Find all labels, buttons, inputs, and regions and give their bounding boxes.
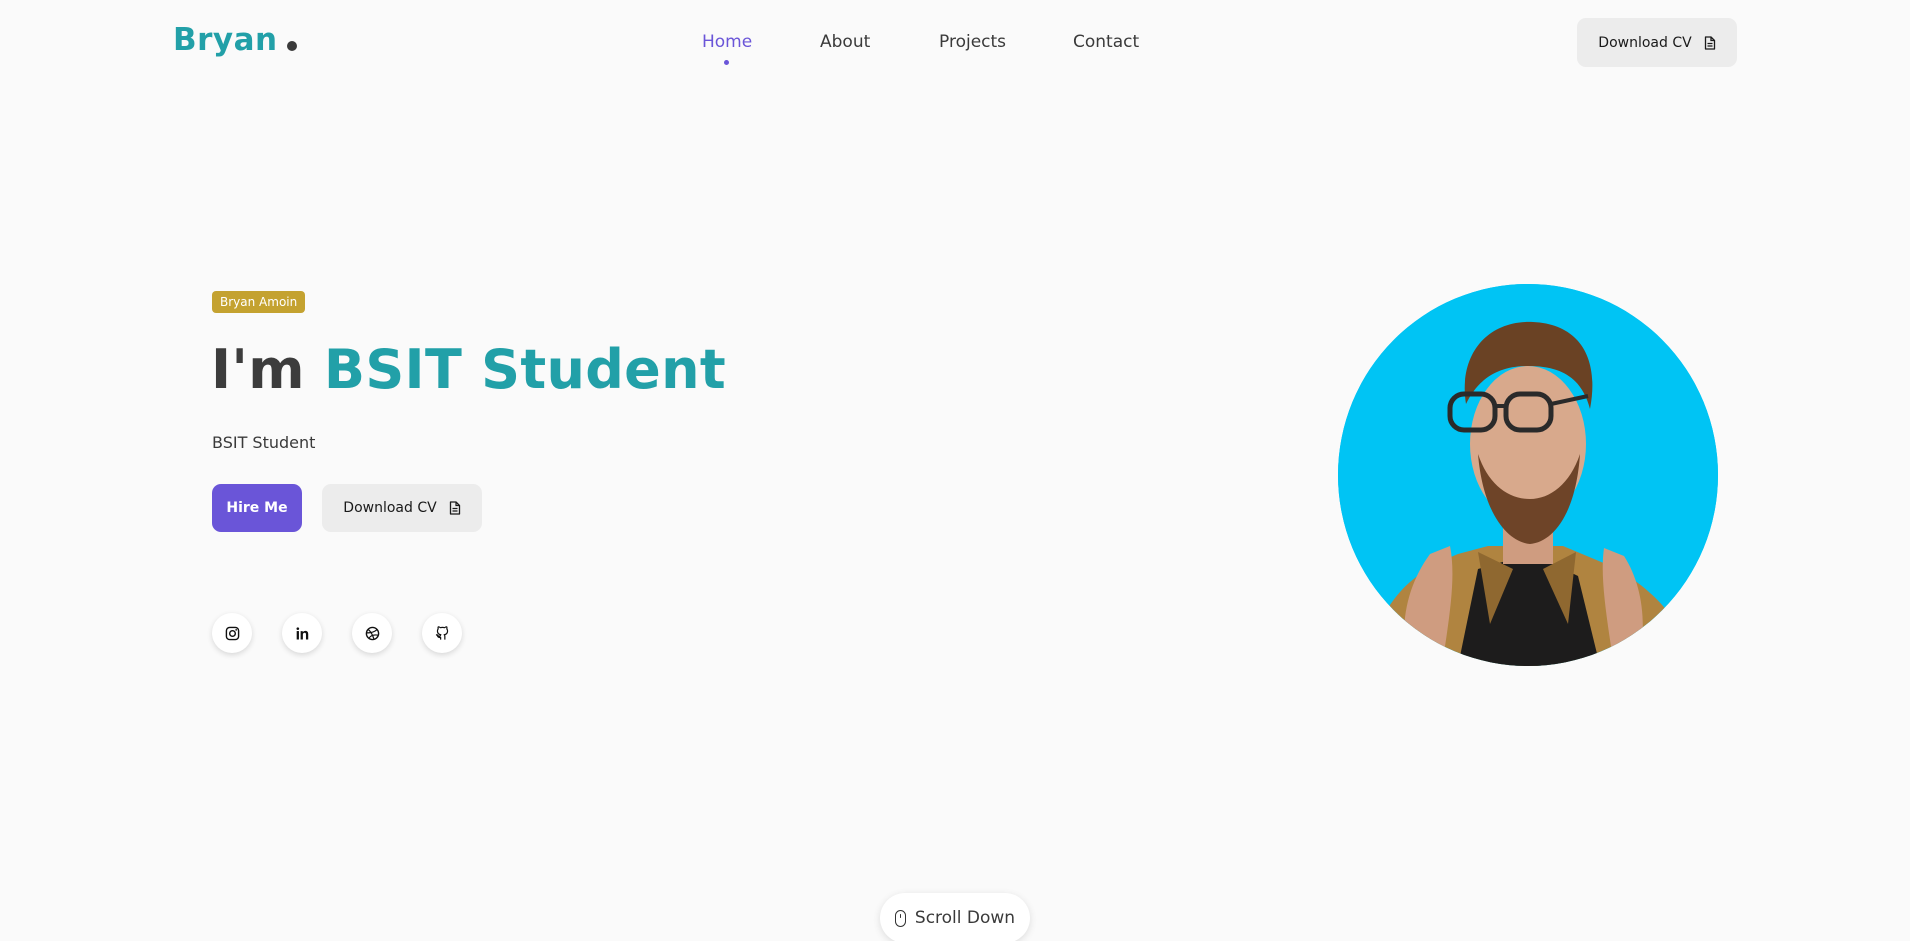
nav-item-contact[interactable]: Contact [1073,32,1139,52]
social-links [212,613,462,653]
github-icon [435,625,448,640]
scroll-down-label: Scroll Down [914,908,1016,928]
profile-portrait [1338,284,1718,666]
dribbble-icon [365,626,379,640]
nav-item-home[interactable]: Home [702,32,820,65]
linkedin-icon [296,626,308,639]
hero-download-cv-button[interactable]: Download CV [322,484,482,532]
hero-title-accent: BSIT Student [323,338,726,401]
document-icon [1704,35,1715,50]
mouse-icon [894,909,906,927]
hero-title: I'm BSIT Student [211,338,726,401]
social-link-dribbble[interactable] [352,613,392,653]
nav-item-label: Projects [939,32,1007,52]
hire-me-label: Hire Me [226,500,288,516]
hero-title-prefix: I'm [211,338,305,401]
nav-item-label: Home [702,32,753,52]
active-indicator-dot [724,60,729,65]
nav-item-label: About [820,32,871,52]
hero-subtitle: BSIT Student [212,433,316,452]
document-icon [449,501,460,515]
brand-dot [286,41,297,51]
download-cv-label: Download CV [1598,34,1692,51]
hire-me-button[interactable]: Hire Me [212,484,302,532]
name-badge: Bryan Amoin [212,291,306,313]
portrait-illustration [1338,284,1718,666]
scroll-down-button[interactable]: Scroll Down [880,893,1030,941]
social-link-instagram[interactable] [212,613,252,653]
instagram-icon [225,626,239,640]
nav-item-projects[interactable]: Projects [939,32,1073,52]
social-link-linkedin[interactable] [282,613,322,653]
brand-name: Bryan [173,22,278,58]
nav-item-label: Contact [1073,32,1140,52]
social-link-github[interactable] [422,613,462,653]
header-download-cv-button[interactable]: Download CV [1577,18,1737,67]
download-cv-label: Download CV [343,500,437,516]
brand-logo[interactable]: Bryan [173,22,297,58]
main-nav: Home About Projects Contact [702,32,1139,65]
nav-item-about[interactable]: About [820,32,939,52]
